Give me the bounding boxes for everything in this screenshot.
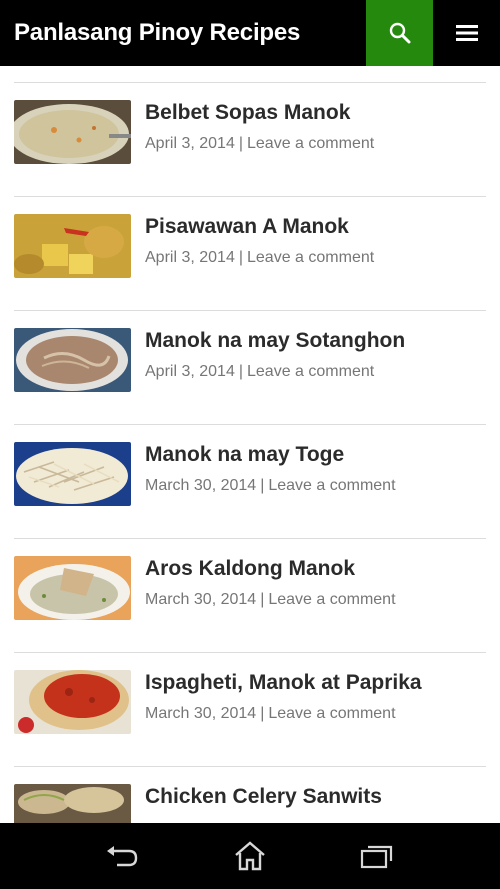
search-button[interactable] [366, 0, 433, 66]
porridge-image [14, 556, 131, 620]
post-meta: March 30, 2014 | Leave a comment [145, 477, 396, 495]
back-icon [107, 846, 138, 867]
app-header: Panlasang Pinoy Recipes [0, 0, 500, 66]
post-item: Ispagheti, Manok at Paprika March 30, 20… [14, 653, 486, 767]
search-icon [389, 22, 410, 44]
post-title[interactable]: Pisawawan A Manok [145, 215, 349, 239]
post-title[interactable]: Chicken Celery Sanwits [145, 785, 382, 809]
recent-apps-icon [360, 845, 392, 869]
post-thumbnail[interactable] [14, 214, 131, 278]
meta-separator: | [238, 249, 243, 266]
hamburger-menu-icon [455, 25, 478, 41]
post-date[interactable]: April 3, 2014 [145, 363, 235, 380]
meta-separator: | [238, 135, 243, 152]
spaghetti-image [14, 670, 131, 734]
post-meta: April 3, 2014 | Leave a comment [145, 249, 374, 267]
site-title[interactable]: Panlasang Pinoy Recipes [0, 19, 366, 47]
home-icon [235, 841, 265, 871]
post-item: Manok na may Toge March 30, 2014 | Leave a… [14, 425, 486, 539]
post-date[interactable]: April 3, 2014 [145, 249, 235, 266]
post-date[interactable]: March 30, 2014 [145, 477, 256, 494]
post-thumbnail[interactable] [14, 784, 131, 823]
post-thumbnail[interactable] [14, 100, 131, 164]
post-meta: March 30, 2014 | Leave a comment [145, 705, 396, 723]
bean-sprouts-image [14, 442, 131, 506]
comment-link[interactable]: Leave a comment [247, 249, 374, 266]
sandwich-image [14, 784, 131, 823]
post-date[interactable]: March 30, 2014 [145, 705, 256, 722]
post-title[interactable]: Ispagheti, Manok at Paprika [145, 671, 422, 695]
post-item: Manok na may Sotanghon April 3, 2014 | Lea… [14, 311, 486, 425]
post-meta: April 3, 2014 | Leave a comment [145, 363, 374, 381]
post-thumbnail[interactable] [14, 670, 131, 734]
post-title[interactable]: Aros Kaldong Manok [145, 557, 355, 581]
post-item: Belbet Sopas Manok April 3, 2014 | Leave a… [14, 83, 486, 197]
post-title[interactable]: Manok na may Toge [145, 443, 344, 467]
comment-link[interactable]: Leave a comment [268, 477, 395, 494]
comment-link[interactable]: Leave a comment [247, 363, 374, 380]
home-button[interactable] [220, 831, 280, 881]
back-button[interactable] [93, 831, 153, 881]
post-thumbnail[interactable] [14, 556, 131, 620]
post-date[interactable]: March 30, 2014 [145, 591, 256, 608]
post-thumbnail[interactable] [14, 328, 131, 392]
noodle-soup-image [14, 328, 131, 392]
post-thumbnail[interactable] [14, 442, 131, 506]
soup-image [14, 100, 131, 164]
meta-separator: | [238, 363, 243, 380]
menu-button[interactable] [433, 0, 500, 66]
post-date[interactable]: April 3, 2014 [145, 135, 235, 152]
post-item: Pisawawan A Manok April 3, 2014 | Leave a … [14, 197, 486, 311]
post-meta: April 3, 2014 | Leave a comment [145, 135, 374, 153]
meta-separator: | [260, 705, 265, 722]
post-title[interactable]: Belbet Sopas Manok [145, 101, 350, 125]
post-item: Chicken Celery Sanwits [14, 767, 486, 823]
post-list: Belbet Sopas Manok April 3, 2014 | Leave a… [0, 66, 500, 823]
system-nav-bar [0, 823, 500, 889]
recent-apps-button[interactable] [347, 831, 407, 881]
comment-link[interactable]: Leave a comment [268, 705, 395, 722]
comment-link[interactable]: Leave a comment [268, 591, 395, 608]
comment-link[interactable]: Leave a comment [247, 135, 374, 152]
stew-image [14, 214, 131, 278]
post-title[interactable]: Manok na may Sotanghon [145, 329, 405, 353]
post-item: Aros Kaldong Manok March 30, 2014 | Leave … [14, 539, 486, 653]
meta-separator: | [260, 477, 265, 494]
meta-separator: | [260, 591, 265, 608]
post-meta: March 30, 2014 | Leave a comment [145, 591, 396, 609]
